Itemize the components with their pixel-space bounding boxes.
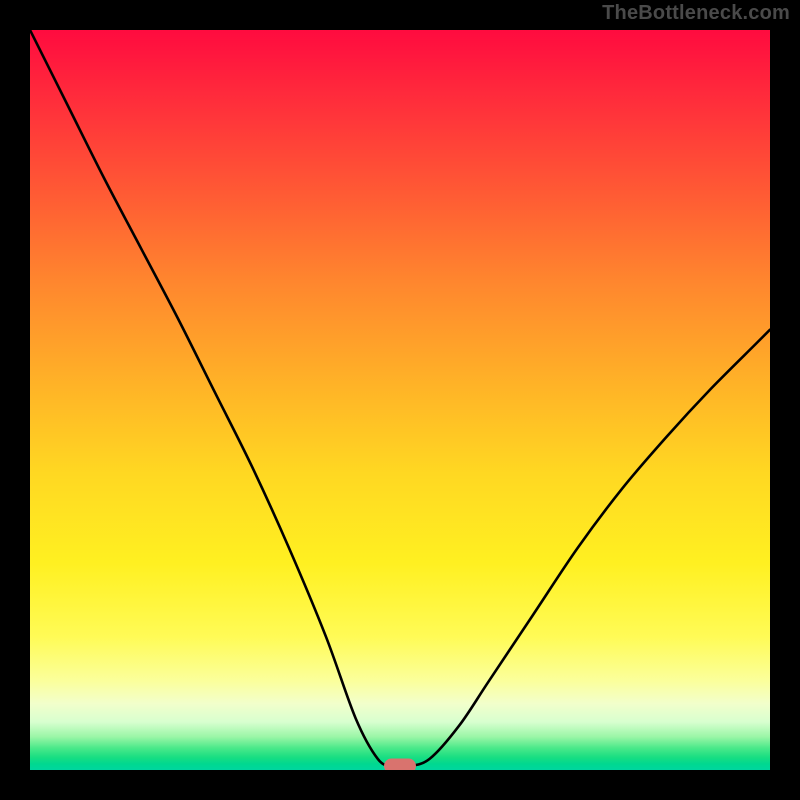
optimal-marker bbox=[384, 759, 416, 770]
bottleneck-curve bbox=[30, 30, 770, 770]
watermark-text: TheBottleneck.com bbox=[602, 2, 790, 25]
plot-area bbox=[30, 30, 770, 770]
chart-frame: TheBottleneck.com bbox=[0, 0, 800, 800]
